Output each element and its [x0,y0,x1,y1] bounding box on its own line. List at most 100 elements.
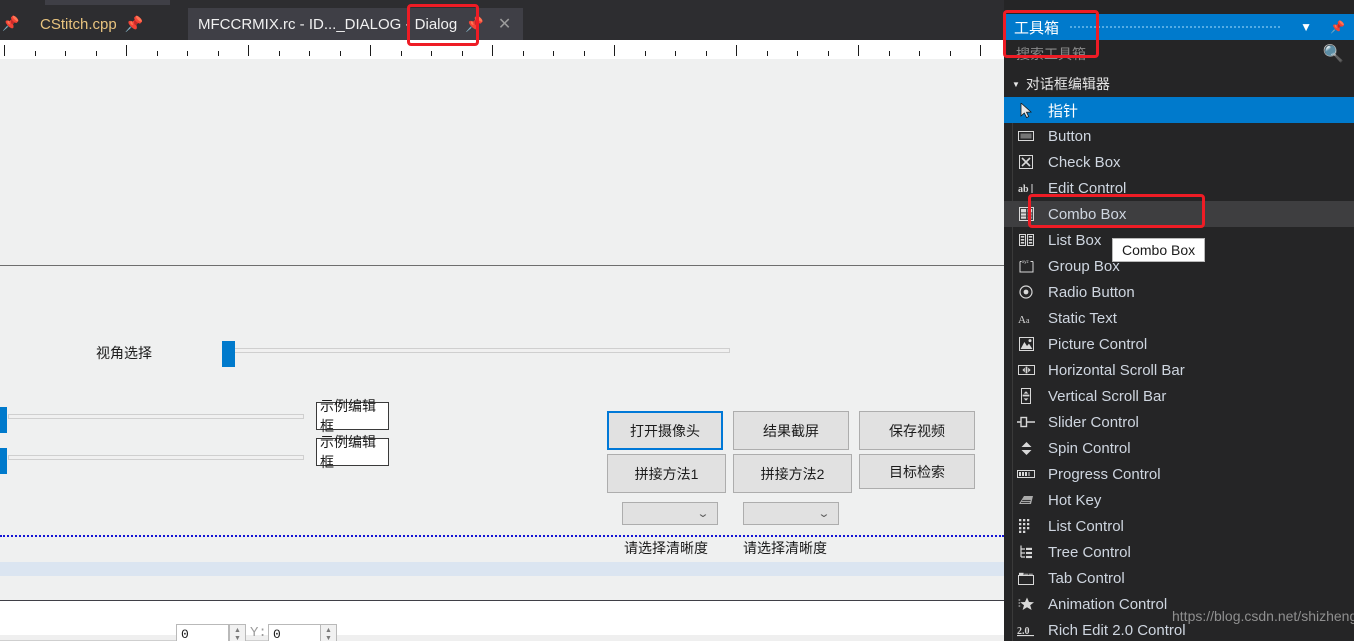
toolbox-item-static-text[interactable]: AaStatic Text [1004,305,1354,331]
spin-down-icon[interactable]: ▼ [234,635,241,641]
offset-y-input[interactable]: 0 [268,624,321,641]
tab-strip-stub [45,0,170,5]
button-result-snapshot[interactable]: 结果截屏 [733,411,849,450]
chevron-down-icon[interactable]: ▼ [1291,20,1321,34]
toolbox-item-progress-control[interactable]: Progress Control [1004,461,1354,487]
tab-mfccrmix-dialog[interactable]: MFCCRMIX.rc - ID..._DIALOG - Dialog 📌 ✕ [188,8,523,40]
ruler-tick [218,51,219,56]
toolbox-search-row[interactable]: 搜索工具箱 🔍 [1004,40,1354,68]
list-box-icon [1004,233,1048,247]
slider-thumb[interactable] [0,407,7,433]
slider-thumb[interactable] [0,448,7,474]
hscrollbar-icon [1004,365,1048,375]
offset-x-input[interactable]: 0 [176,624,229,641]
slider-track [8,414,304,419]
toolbox-item-radio-button[interactable]: Radio Button [1004,279,1354,305]
toolbox-item-list[interactable]: 指针ButtonCheck BoxabEdit Control Combo Box… [1004,97,1354,641]
toolbox-item-hot-key[interactable]: Hot Key [1004,487,1354,513]
pin-icon[interactable]: 📌 [125,17,144,32]
toolbox-item-button[interactable]: Button [1004,123,1354,149]
pin-icon[interactable]: 📌 [2,16,19,30]
button-save-video[interactable]: 保存视频 [859,411,975,450]
button-stitch-method-2[interactable]: 拼接方法2 [733,454,852,493]
search-icon[interactable]: 🔍 [1323,44,1354,64]
designer-status-bar: ... 50% 偏移量 X: [0,635,1004,641]
ruler-tick [675,51,676,56]
toolbox-item-label: Rich Edit 2.0 Control [1048,622,1186,639]
editor-tab-strip: 📌 CStitch.cpp 📌 MFCCRMIX.rc - ID..._DIAL… [0,0,1004,40]
group-box-icon: xyz [1004,259,1048,273]
spin-down-icon[interactable]: ▼ [325,635,332,641]
ruler-tick [736,45,737,56]
offset-y-stepper[interactable]: ▲ ▼ [320,624,337,641]
tree-control-icon [1004,545,1048,559]
dialog-canvas[interactable]: 视角选择 示例编辑框 示例编辑框 打开摄像头 结果截屏 保存视频 拼接方法1 拼… [0,59,1004,601]
toolbox-item-label: Static Text [1048,310,1117,327]
toolbox-item-label: Progress Control [1048,466,1161,483]
ruler-tick [767,51,768,56]
toolbox-item-label: 指针 [1048,100,1078,121]
toolbox-drag-dots [1069,22,1281,32]
slider-secondary-2[interactable] [0,448,304,474]
button-open-camera[interactable]: 打开摄像头 [607,411,723,450]
edit-box-sample-2[interactable]: 示例编辑框 [316,438,389,466]
toolbox-group-dialog-editor[interactable]: ▼ 对话框编辑器 [1004,72,1354,96]
toolbox-item-tree-control[interactable]: Tree Control [1004,539,1354,565]
button-target-retrieval[interactable]: 目标检索 [859,454,975,489]
ruler-tick [401,51,402,56]
edit-box-sample-1[interactable]: 示例编辑框 [316,402,389,430]
pin-icon[interactable]: 📌 [1321,20,1354,34]
slider-icon [1004,416,1048,428]
slider-secondary-1[interactable] [0,407,304,433]
toolbox-item-label: Picture Control [1048,336,1147,353]
button-stitch-method-1[interactable]: 拼接方法1 [607,454,726,493]
toolbox-item-label: Combo Box [1048,206,1126,223]
ruler-tick [187,51,188,56]
toolbox-item-list-control[interactable]: List Control [1004,513,1354,539]
static-text-icon: Aa [1004,312,1048,325]
close-icon[interactable]: ✕ [492,14,517,34]
ruler-tick [65,51,66,56]
toolbox-header: 工具箱 ▼ 📌 [1004,14,1354,40]
hotkey-icon [1004,494,1048,507]
toolbox-title: 工具箱 [1004,17,1059,38]
toolbox-item-tab-control[interactable]: Tab Control [1004,565,1354,591]
toolbox-item-label: Spin Control [1048,440,1131,457]
toolbox-item-combo-box[interactable]: Combo Box [1004,201,1354,227]
pin-icon[interactable]: 📌 [465,17,484,32]
offset-x-stepper[interactable]: ▲ ▼ [229,624,246,641]
button-icon [1004,130,1048,142]
caret-down-icon[interactable]: ▼ [1004,80,1026,89]
toolbox-item-[interactable]: 指针 [1004,97,1354,123]
slider-view-angle[interactable] [222,341,730,367]
spin-up-icon[interactable]: ▲ [234,627,241,635]
toolbox-item-edit-control[interactable]: abEdit Control [1004,175,1354,201]
svg-text:ab: ab [1018,184,1029,195]
tab-cstitch-cpp[interactable]: CStitch.cpp 📌 [30,8,153,40]
search-input[interactable]: 搜索工具箱 [1004,44,1323,64]
ruler-tick [706,51,707,56]
label-clarity-1: 请选择清晰度 [624,538,708,558]
toolbox-item-picture-control[interactable]: Picture Control [1004,331,1354,357]
toolbox-item-horizontal-scroll-bar[interactable]: Horizontal Scroll Bar [1004,357,1354,383]
ruler-tick [492,45,493,56]
spin-icon [1004,441,1048,456]
combo-box-clarity-2[interactable]: ⌄ [743,502,839,525]
toolbox-item-spin-control[interactable]: Spin Control [1004,435,1354,461]
toolbox-item-check-box[interactable]: Check Box [1004,149,1354,175]
toolbox-item-slider-control[interactable]: Slider Control [1004,409,1354,435]
toolbox-item-label: Hot Key [1048,492,1101,509]
label-offset-y: Y: [250,625,267,641]
dialog-divider-line [0,265,1004,266]
ruler-tick [980,45,981,56]
dialog-boundary-dotted [0,535,1004,537]
ruler-tick [584,51,585,56]
ruler-tick [523,51,524,56]
toolbox-item-vertical-scroll-bar[interactable]: Vertical Scroll Bar [1004,383,1354,409]
toolbox-item-label: Vertical Scroll Bar [1048,388,1166,405]
chevron-down-icon: ⌄ [817,507,841,520]
spin-up-icon[interactable]: ▲ [325,627,332,635]
slider-thumb[interactable] [222,341,235,367]
combo-box-clarity-1[interactable]: ⌄ [622,502,718,525]
tab-label: MFCCRMIX.rc - ID..._DIALOG - Dialog [198,16,457,33]
